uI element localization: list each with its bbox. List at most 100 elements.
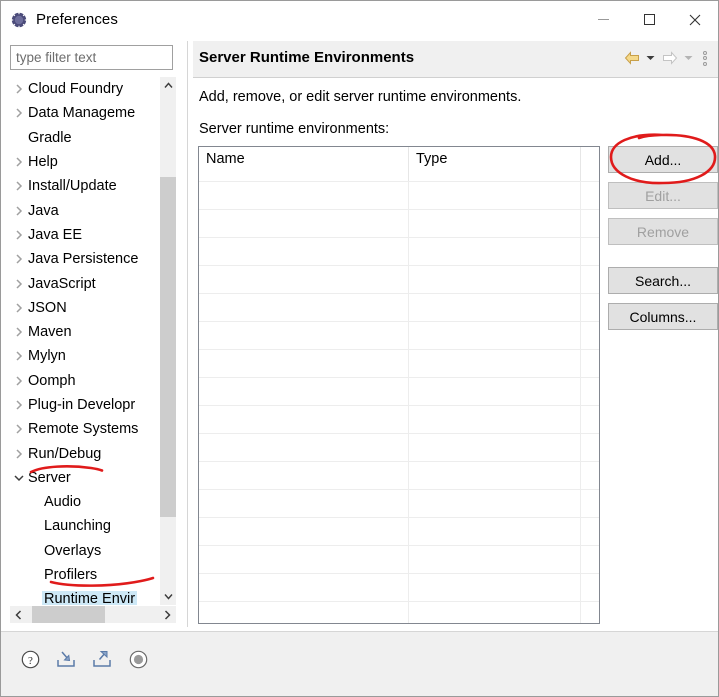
table-row[interactable] (199, 293, 599, 321)
table-cell (199, 350, 409, 377)
sidebar-item-profilers[interactable]: Profilers (10, 563, 160, 587)
back-arrow-icon[interactable] (622, 49, 641, 67)
page-title: Server Runtime Environments (199, 49, 415, 66)
table-cell (199, 462, 409, 489)
table-row[interactable] (199, 209, 599, 237)
table-column-header[interactable] (581, 147, 599, 181)
columns-button[interactable]: Columns... (608, 303, 718, 330)
table-column-header[interactable]: Type (409, 147, 581, 181)
sidebar-item-java-ee[interactable]: Java EE (10, 223, 160, 247)
table-column-header[interactable]: Name (199, 147, 409, 181)
add-button[interactable]: Add... (608, 146, 718, 173)
table-row[interactable] (199, 433, 599, 461)
chevron-right-icon[interactable] (10, 108, 28, 118)
help-icon[interactable]: ? (17, 646, 43, 672)
sidebar-item-json[interactable]: JSON (10, 296, 160, 320)
sidebar-item-runtime-envir[interactable]: Runtime Envir (10, 587, 160, 605)
sidebar-item-launching[interactable]: Launching (10, 514, 160, 538)
minimize-button[interactable] (580, 1, 626, 38)
search-button[interactable]: Search... (608, 267, 718, 294)
chevron-right-icon[interactable] (10, 206, 28, 216)
tree-vertical-scrollbar[interactable] (160, 77, 176, 605)
sidebar-item-label: JavaScript (28, 275, 96, 292)
sidebar-item-audio[interactable]: Audio (10, 490, 160, 514)
sidebar-item-run-debug[interactable]: Run/Debug (10, 441, 160, 465)
table-row[interactable] (199, 573, 599, 601)
chevron-right-icon[interactable] (10, 157, 28, 167)
chevron-down-icon[interactable] (10, 474, 28, 482)
chevron-right-icon[interactable] (10, 351, 28, 361)
vertical-scrollbar-thumb[interactable] (160, 177, 176, 517)
chevron-right-icon[interactable] (10, 181, 28, 191)
table-row[interactable] (199, 601, 599, 623)
sidebar-item-label: Java (28, 202, 59, 219)
table-row[interactable] (199, 237, 599, 265)
horizontal-scrollbar-thumb[interactable] (32, 606, 105, 623)
import-icon[interactable] (53, 646, 79, 672)
server-runtime-table[interactable]: Name Type (198, 146, 600, 624)
kebab-menu-icon[interactable] (698, 49, 712, 67)
chevron-right-icon[interactable] (10, 424, 28, 434)
table-row[interactable] (199, 265, 599, 293)
scroll-up-icon[interactable] (160, 77, 176, 94)
tree-horizontal-scrollbar[interactable] (10, 606, 176, 623)
sidebar-item-data-manageme[interactable]: Data Manageme (10, 101, 160, 125)
chevron-right-icon[interactable] (10, 449, 28, 459)
table-cell (581, 182, 599, 209)
chevron-right-icon[interactable] (10, 327, 28, 337)
table-cell (581, 518, 599, 545)
table-row[interactable] (199, 517, 599, 545)
table-row[interactable] (199, 349, 599, 377)
chevron-right-icon[interactable] (10, 303, 28, 313)
sidebar-item-cloud-foundry[interactable]: Cloud Foundry (10, 77, 160, 101)
table-row[interactable] (199, 321, 599, 349)
scroll-right-icon[interactable] (159, 606, 176, 623)
close-icon[interactable] (672, 1, 718, 38)
table-row[interactable] (199, 461, 599, 489)
table-cell (581, 266, 599, 293)
sidebar-item-oomph[interactable]: Oomph (10, 369, 160, 393)
sidebar-item-java[interactable]: Java (10, 198, 160, 222)
maximize-button[interactable] (626, 1, 672, 38)
back-history-chevron-down-icon[interactable] (644, 49, 657, 67)
restore-defaults-icon[interactable] (125, 646, 151, 672)
table-cell (409, 490, 581, 517)
search-input[interactable] (10, 45, 173, 70)
table-cell (199, 210, 409, 237)
sidebar-item-label: Overlays (44, 542, 102, 559)
sidebar-item-gradle[interactable]: Gradle (10, 126, 160, 150)
sidebar-item-remote-systems[interactable]: Remote Systems (10, 417, 160, 441)
sidebar-item-mylyn[interactable]: Mylyn (10, 344, 160, 368)
table-body[interactable] (199, 181, 599, 623)
table-row[interactable] (199, 377, 599, 405)
sidebar-item-java-persistence[interactable]: Java Persistence (10, 247, 160, 271)
chevron-right-icon[interactable] (10, 254, 28, 264)
table-row[interactable] (199, 181, 599, 209)
table-cell (409, 182, 581, 209)
table-row[interactable] (199, 405, 599, 433)
chevron-right-icon[interactable] (10, 84, 28, 94)
table-row[interactable] (199, 545, 599, 573)
chevron-right-icon[interactable] (10, 376, 28, 386)
tree-item-list[interactable]: Cloud Foundry Data Manageme Gradle Help Inst… (10, 77, 160, 605)
sidebar-item-install-update[interactable]: Install/Update (10, 174, 160, 198)
chevron-right-icon[interactable] (10, 278, 28, 289)
chevron-right-icon[interactable] (10, 230, 28, 240)
sidebar-item-plug-in-developr[interactable]: Plug-in Developr (10, 393, 160, 417)
scroll-down-icon[interactable] (160, 588, 176, 605)
sidebar-item-label: Java Persistence (28, 251, 139, 268)
table-row[interactable] (199, 489, 599, 517)
scroll-left-icon[interactable] (10, 606, 27, 623)
sidebar-item-maven[interactable]: Maven (10, 320, 160, 344)
export-icon[interactable] (89, 646, 115, 672)
sidebar-item-label: Audio (44, 494, 82, 511)
sidebar-item-overlays[interactable]: Overlays (10, 539, 160, 563)
table-cell (581, 490, 599, 517)
chevron-right-icon[interactable] (10, 400, 28, 410)
sidebar-item-help[interactable]: Help (10, 150, 160, 174)
sidebar-item-javascript[interactable]: JavaScript (10, 271, 160, 295)
table-cell (581, 210, 599, 237)
sidebar-item-server[interactable]: Server (10, 466, 160, 490)
window-title: Preferences (36, 11, 118, 28)
table-cell (409, 322, 581, 349)
